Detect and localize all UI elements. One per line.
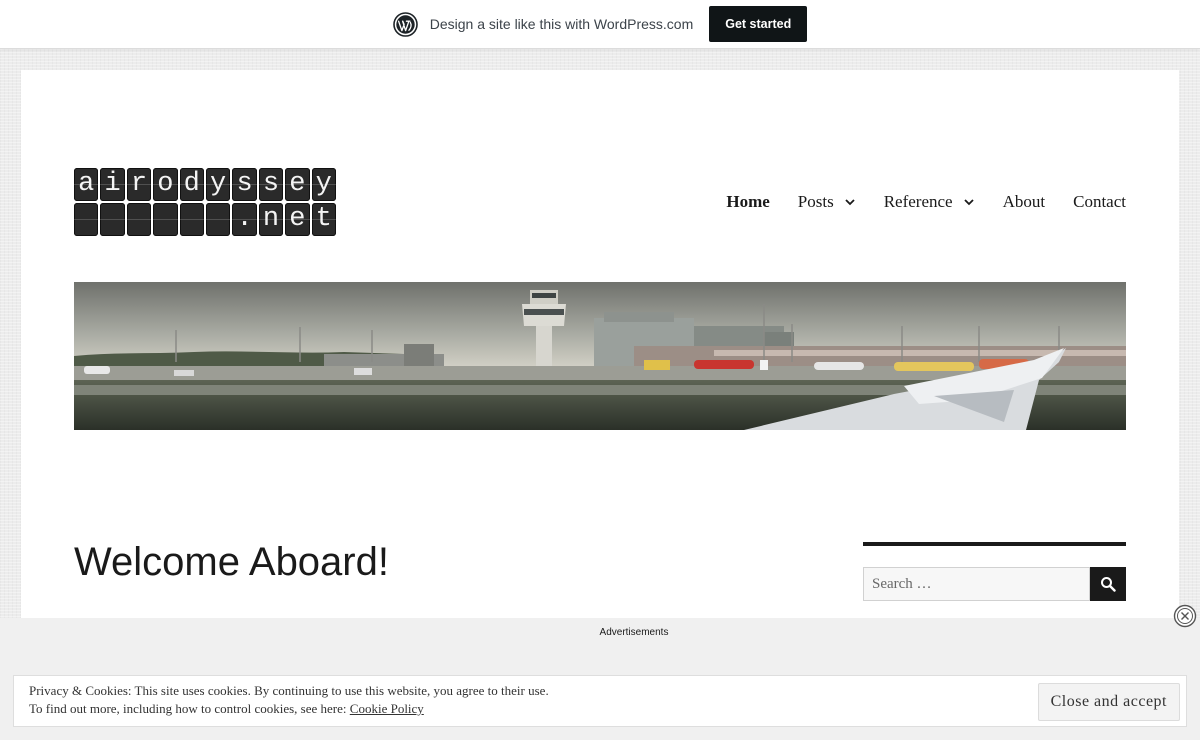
- nav-item-label: Reference: [883, 192, 953, 211]
- nav-item-home[interactable]: Home: [726, 192, 769, 212]
- logo-flap: a: [74, 168, 99, 201]
- sidebar-divider: [863, 542, 1126, 546]
- logo-flap: [100, 203, 126, 236]
- nav-item-label: About: [1002, 192, 1046, 211]
- site-container: airodyssey .net Home Posts Reference About C…: [21, 70, 1179, 630]
- site-logo[interactable]: airodyssey .net: [74, 168, 337, 238]
- airport-photo-icon: [74, 282, 1126, 430]
- logo-flap: s: [232, 168, 258, 201]
- nav-item-label: Contact: [1073, 192, 1126, 211]
- logo-flap: o: [153, 168, 178, 201]
- main-navigation: Home Posts Reference About Contact: [698, 192, 1126, 212]
- nav-item-reference[interactable]: Reference: [884, 192, 975, 212]
- logo-flap: n: [258, 203, 284, 236]
- logo-line-2: .net: [74, 203, 337, 236]
- cookie-text: Privacy & Cookies: This site uses cookie…: [29, 682, 549, 718]
- search-icon: [1101, 577, 1116, 592]
- cookie-line-2-text: To find out more, including how to contr…: [29, 701, 350, 716]
- close-circle-icon: [1173, 604, 1197, 628]
- cookie-banner: Privacy & Cookies: This site uses cookie…: [13, 675, 1187, 727]
- search-button[interactable]: [1090, 567, 1126, 601]
- logo-flap: t: [311, 203, 337, 236]
- nav-item-label: Posts: [797, 192, 834, 211]
- logo-flap: [126, 203, 152, 236]
- chevron-down-icon[interactable]: [844, 196, 856, 208]
- ad-close-button[interactable]: [1173, 604, 1197, 628]
- logo-flap: [153, 203, 178, 236]
- logo-flap: .: [232, 203, 258, 236]
- logo-flap: e: [285, 168, 310, 201]
- cookie-line-1: Privacy & Cookies: This site uses cookie…: [29, 683, 549, 698]
- logo-flap: d: [179, 168, 205, 201]
- close-and-accept-button[interactable]: Close and accept: [1037, 683, 1180, 721]
- wordpress-promo-bar: Design a site like this with WordPress.c…: [0, 0, 1200, 49]
- promo-text: Design a site like this with WordPress.c…: [429, 16, 694, 32]
- cookie-policy-link[interactable]: Cookie Policy: [350, 701, 424, 716]
- chevron-down-icon[interactable]: [963, 196, 975, 208]
- nav-item-label: Home: [726, 192, 770, 211]
- nav-item-contact[interactable]: Contact: [1073, 192, 1126, 212]
- nav-item-posts[interactable]: Posts: [798, 192, 856, 212]
- get-started-button[interactable]: Get started: [709, 6, 808, 42]
- logo-flap: [179, 203, 205, 236]
- logo-flap: [205, 203, 231, 236]
- logo-flap: r: [126, 168, 152, 201]
- nav-item-about[interactable]: About: [1003, 192, 1046, 212]
- search-input[interactable]: [863, 567, 1090, 601]
- logo-flap: i: [100, 168, 126, 201]
- logo-line-1: airodyssey: [74, 168, 337, 201]
- cookie-line-2: To find out more, including how to contr…: [29, 700, 549, 718]
- page-title: Welcome Aboard!: [74, 540, 389, 584]
- logo-flap: y: [205, 168, 231, 201]
- logo-flap: e: [285, 203, 310, 236]
- logo-flap: s: [258, 168, 284, 201]
- wordpress-logo-icon[interactable]: [392, 11, 418, 37]
- logo-flap: [74, 203, 99, 236]
- header-image: [74, 282, 1126, 430]
- advertisements-label: Advertisements: [599, 627, 669, 638]
- logo-flap: y: [311, 168, 337, 201]
